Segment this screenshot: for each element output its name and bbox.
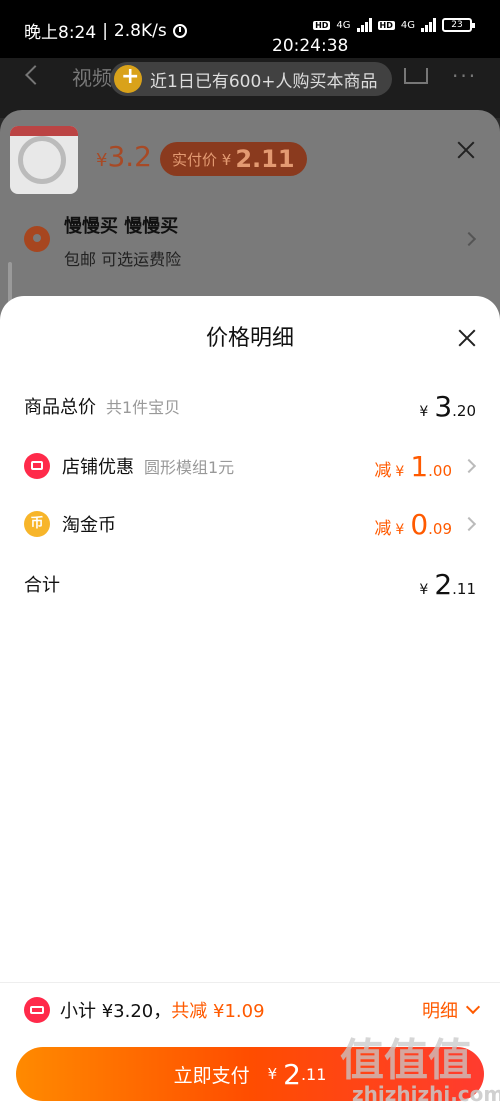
shop-discount-int: 1 [410, 449, 429, 483]
status-clock: 20:24:38 [272, 36, 349, 56]
status-bar: 晚上8:24 | 2.8K/s HD 4G HD 4G 23 20:24:38 [0, 0, 500, 58]
buyers-banner: 近1日已有600+人购买本商品 [110, 62, 392, 96]
coin-icon: 币 [24, 511, 50, 537]
signal-icon-2 [421, 18, 436, 32]
pay-yen: ¥ [267, 1065, 278, 1083]
goods-total-int: 3 [434, 389, 453, 423]
product-header: 视频 近1日已有600+人购买本商品 ··· [0, 58, 500, 118]
total-label: 合计 [24, 575, 60, 596]
sku-price-yen: ¥ [96, 150, 108, 171]
pay-dec: .11 [300, 1064, 327, 1084]
shop-discount-label: 店铺优惠 [62, 457, 134, 478]
close-icon[interactable] [457, 328, 477, 348]
video-tab[interactable]: 视频 [72, 62, 112, 91]
hd-badge: HD [313, 20, 331, 30]
battery-icon: 23 [442, 18, 475, 32]
watermark-url: zhizhizhi.com [352, 1082, 500, 1106]
taojinbi-amount: 减 ¥0.09 [374, 508, 452, 541]
alarm-clock-icon [172, 23, 187, 38]
product-thumbnail[interactable] [10, 126, 78, 194]
sku-price-value: 3.2 [107, 140, 152, 173]
total-yen: ¥ [419, 581, 429, 598]
buyers-banner-text: 近1日已有600+人购买本商品 [150, 71, 378, 92]
status-left: 晚上8:24 | 2.8K/s [24, 18, 187, 43]
shop-discount-dec: .00 [428, 461, 452, 480]
goods-total-count: 共1件宝贝 [106, 398, 181, 417]
subtotal-line: 小计 ¥3.20， 共减 ¥1.09 [60, 997, 265, 1023]
taojinbi-label: 淘金币 [62, 515, 116, 536]
row-shop-discount[interactable]: 店铺优惠 圆形模组1元 减 ¥1.00 [24, 446, 477, 486]
signal-icon [356, 18, 372, 32]
taojinbi-int: 0 [410, 507, 429, 541]
goods-total-amount: ¥3.20 [419, 390, 476, 423]
shop-discount-amount: 减 ¥1.00 [374, 450, 452, 483]
more-icon[interactable]: ··· [452, 66, 477, 86]
close-icon[interactable] [456, 140, 476, 160]
hd-badge-2: HD [377, 20, 395, 30]
shop-icon [24, 453, 50, 479]
watermark-logo: 值值值 [340, 1035, 472, 1086]
thumbnail-ring-image [18, 136, 66, 184]
actual-price-pill: 实付价 ¥ 2.11 [160, 142, 307, 176]
detail-toggle-label: 明细 [422, 1001, 458, 1022]
sheet-title: 价格明细 [205, 326, 294, 351]
thumbnail-banner [10, 126, 78, 136]
total-amount: ¥2.11 [419, 568, 476, 601]
detail-toggle-button[interactable]: 明细 [422, 997, 481, 1023]
cart-icon[interactable] [404, 68, 428, 84]
row-goods-total: 商品总价 共1件宝贝 ¥3.20 [24, 386, 476, 426]
taojinbi-yen: ¥ [395, 521, 405, 538]
chevron-right-icon[interactable] [461, 516, 477, 532]
subtotal-text: 小计 ¥3.20， [60, 1001, 172, 1022]
shop-discount-detail: 圆形模组1元 [144, 458, 235, 477]
actual-price-label: 实付价 ¥ [172, 150, 232, 169]
status-time: 晚上8:24 [24, 23, 97, 43]
ticket-icon [24, 997, 50, 1023]
row-total: 合计 ¥2.11 [24, 564, 476, 604]
discount-total-text: 共减 ¥1.09 [171, 1001, 265, 1022]
shop-discount-yen: ¥ [395, 463, 405, 480]
chevron-right-icon[interactable] [461, 231, 477, 247]
total-int: 2 [434, 567, 453, 601]
goods-total-label: 商品总价 [24, 397, 96, 418]
shipping-title[interactable]: 慢慢买 慢慢买 [64, 212, 178, 238]
location-icon [24, 226, 50, 252]
goods-total-yen: ¥ [419, 403, 429, 420]
pay-int: 2 [283, 1057, 301, 1091]
goods-total-dec: .20 [452, 401, 476, 420]
taojinbi-dec: .09 [428, 519, 452, 538]
network-type: 4G [336, 19, 351, 31]
shop-discount-prefix: 减 [374, 460, 392, 481]
status-divider: | [102, 20, 108, 41]
shipping-subtitle: 包邮 可选运费险 [64, 250, 182, 269]
total-dec: .11 [452, 579, 476, 598]
sku-price: ¥3.2 [96, 140, 152, 173]
network-type-2: 4G [400, 19, 415, 31]
status-right: HD 4G HD 4G 23 [313, 18, 475, 32]
actual-price-value: 2.11 [235, 145, 295, 173]
pay-now-label: 立即支付 [173, 1064, 250, 1087]
network-speed: 2.8K/s [113, 20, 167, 41]
buyers-badge-icon [114, 64, 142, 93]
chevron-down-icon [465, 999, 481, 1015]
chevron-right-icon[interactable] [461, 458, 477, 474]
row-taojinbi[interactable]: 币 淘金币 减 ¥0.09 [24, 504, 477, 544]
back-icon[interactable] [25, 65, 45, 85]
taojinbi-prefix: 减 [374, 518, 392, 539]
